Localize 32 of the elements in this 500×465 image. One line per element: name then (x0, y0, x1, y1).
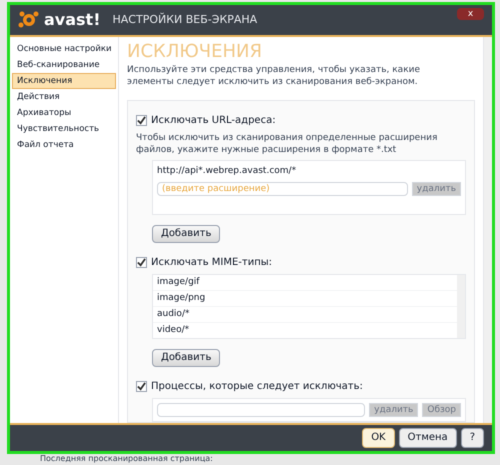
add-button[interactable]: Добавить (152, 225, 220, 244)
mime-entry[interactable]: image/png (153, 291, 457, 308)
dialog-button[interactable]: ? (460, 428, 484, 448)
dialog-button[interactable]: OK (362, 428, 395, 448)
checkbox[interactable] (136, 114, 147, 126)
window-title: НАСТРОЙКИ ВЕБ-ЭКРАНА (112, 12, 258, 28)
checkbox[interactable] (136, 257, 147, 268)
add-button[interactable]: Добавить (152, 349, 220, 367)
sidebar-item[interactable]: Исключения (12, 73, 116, 89)
extension-input[interactable]: (введите расширение) (157, 182, 408, 196)
background-text: Последняя просканированная страница: (40, 455, 213, 463)
sidebar-item[interactable]: Архиваторы (12, 105, 116, 121)
mime-entry[interactable]: audio/* (153, 307, 457, 324)
close-button[interactable]: x (457, 8, 484, 20)
url-entry[interactable]: http://api*.webrep.avast.com/* (157, 164, 461, 178)
mime-entry[interactable]: image/gif (153, 275, 457, 292)
checkbox[interactable] (136, 381, 147, 392)
logo-text: avast! (44, 12, 100, 28)
page-description: Используйте эти средства управления, чтобы указать, какие элементы следует исключить из сканирования веб-экраном. (127, 64, 422, 88)
checkbox-label: Исключать URL-адреса: (151, 114, 276, 128)
sidebar-item[interactable]: Действия (12, 89, 116, 105)
checkbox-label: Исключать MIME-типы: (151, 256, 272, 270)
sidebar-item[interactable]: Основные настройки (12, 41, 116, 57)
sidebar-item[interactable]: Файл отчета (12, 137, 116, 153)
dialog-button[interactable]: Отмена (398, 428, 457, 448)
sidebar-item[interactable]: Веб-сканирование (12, 57, 116, 73)
logo-icon (18, 11, 40, 29)
page-heading: ИСКЛЮЧЕНИЯ (127, 41, 263, 64)
sidebar-item[interactable]: Чувствительность (12, 121, 116, 137)
checkbox-label: Процессы, которые следует исключать: (151, 380, 363, 394)
hint-text: Чтобы исключить из сканирования определенные расширения файлов, укажите нужные расширения в формате *.txt (136, 132, 438, 156)
process-input[interactable] (157, 403, 366, 417)
